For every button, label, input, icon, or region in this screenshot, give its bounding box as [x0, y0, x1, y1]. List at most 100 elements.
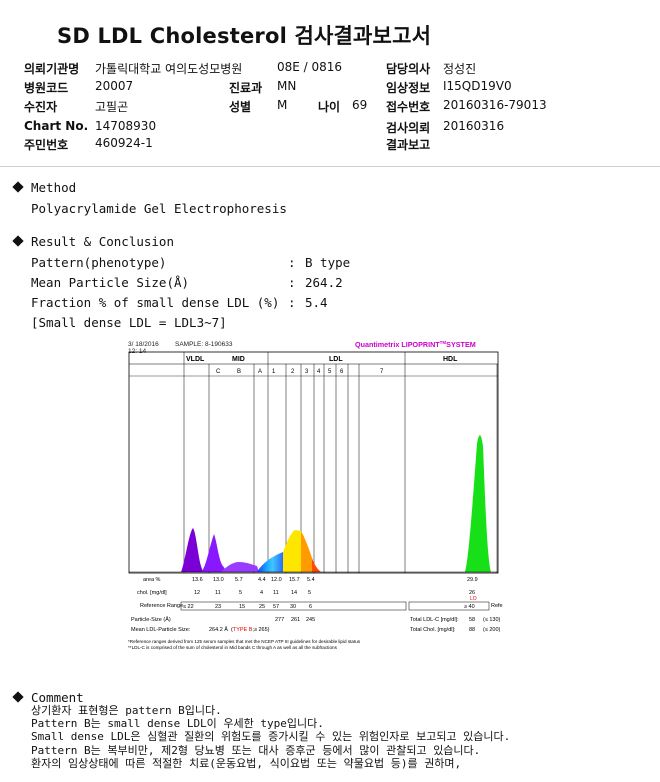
band-mid: MID — [232, 356, 245, 363]
area-value: 5.7 — [235, 577, 243, 583]
lipoprint-graph: 3/ 18/2016 12: 14 SAMPLE: 8-190633 Quant… — [123, 336, 503, 658]
receipt-value: 20160316-79013 — [443, 98, 547, 112]
particle-size: 261 — [291, 617, 300, 623]
particle-size: 245 — [306, 617, 315, 623]
chol-value: 14 — [291, 590, 297, 596]
mean-size-type-line: (TYPE B;≥ 265) — [231, 627, 270, 633]
particle-size-label: Particle-Size (Å) — [131, 616, 171, 623]
result-row-value: B type — [305, 255, 351, 270]
ref-label-right: Reference Range — [491, 603, 503, 609]
band-hdl: HDL — [443, 356, 458, 363]
chol-value: 11 — [273, 590, 279, 596]
comment-heading: Comment — [12, 690, 84, 705]
chol-value: 5 — [308, 590, 311, 596]
chol-value: 4 — [260, 590, 263, 596]
total-chol-ref: (≤ 200) — [483, 627, 501, 633]
patient-label: 수진자 — [24, 100, 58, 114]
hospital-value: 가톨릭대학교 여의도성모병원 — [95, 62, 243, 76]
mean-size-label: Mean LDL-Particle Size: — [131, 627, 191, 633]
result-note: [Small dense LDL = LDL3~7] — [31, 315, 227, 330]
method-heading: Method — [12, 180, 76, 195]
chol-value: 11 — [215, 590, 221, 596]
sub-band-label: B — [237, 369, 241, 375]
ref-value: ≤ 22 — [183, 604, 194, 610]
sub-band-label: C — [216, 369, 221, 375]
result-row-label: Pattern(phenotype) — [31, 255, 167, 270]
ref-value: 25 — [259, 604, 265, 610]
result-row-value: 264.2 — [305, 275, 343, 290]
sex-value: M — [277, 98, 288, 112]
result-row-value: 5.4 — [305, 295, 328, 310]
ward-label: 병동 — [229, 60, 251, 77]
result-heading: Result & Conclusion — [12, 234, 174, 249]
chart-no-value: 14708930 — [95, 119, 157, 133]
resident-value: 460924-1 — [95, 136, 153, 150]
diamond-bullet-icon — [12, 235, 24, 247]
doctor-value: 정성진 — [443, 62, 477, 76]
sex-label: 성별 — [229, 100, 252, 114]
request-value: 20160316 — [443, 119, 505, 133]
hospital-code-value: 20007 — [95, 79, 134, 93]
footnote: *Reference ranges derived from 125 serum… — [128, 639, 361, 644]
chol-value: 5 — [239, 590, 242, 596]
lipoprint-frame — [123, 336, 503, 658]
request-label: 검사의뢰 — [386, 121, 431, 135]
comment-body: 상기환자 표현형은 pattern B입니다. Pattern B는 small… — [31, 704, 510, 770]
lipo-brand: Quantimetrix LIPOPRINTTMSYSTEM — [355, 340, 476, 349]
area-value: 4.4 — [258, 577, 266, 583]
report-title: SD LDL Cholesterol 검사결과보고서 — [57, 24, 432, 48]
ref-value: 57 — [273, 604, 279, 610]
result-row-label: Mean Particle Size(Å) — [31, 275, 190, 290]
area-hdl-value: 29.9 — [467, 577, 478, 583]
clinical-info-label: 임상정보 — [386, 81, 431, 95]
diamond-bullet-icon — [12, 181, 24, 193]
particle-size: 277 — [275, 617, 284, 623]
result-row-label: Fraction % of small dense LDL (%) — [31, 295, 280, 310]
clinical-info-value: I15QD19V0 — [443, 79, 512, 93]
age-value: 69 — [352, 98, 368, 112]
ref-value: 23 — [215, 604, 221, 610]
area-label: area % — [143, 577, 161, 583]
ref-value: 6 — [309, 604, 312, 610]
patient-value: 고필곤 — [95, 100, 129, 114]
footnote: **LDL-C is comprised of the sum of chole… — [128, 645, 338, 650]
chol-value: 12 — [194, 590, 200, 596]
total-chol-value: 88 — [469, 627, 475, 633]
result-row-sep: : — [288, 255, 296, 270]
result-row-sep: : — [288, 275, 296, 290]
method-text: Polyacrylamide Gel Electrophoresis — [31, 201, 287, 216]
area-value: 12.0 — [271, 577, 282, 583]
ref-label: Reference Range — [140, 603, 183, 609]
lipo-sample: SAMPLE: 8-190633 — [175, 341, 233, 348]
sub-band-label: A — [258, 369, 262, 375]
band-vldl: VLDL — [186, 356, 205, 363]
area-value: 5.4 — [307, 577, 315, 583]
dept-value: MN — [277, 79, 297, 93]
diamond-bullet-icon — [12, 691, 24, 703]
total-chol-label: Total Chol. [mg/dl]: — [410, 627, 456, 633]
ward-value: 08E / 0816 — [277, 60, 343, 74]
chart-no-label: Chart No. — [24, 119, 89, 133]
area-value: 13.0 — [213, 577, 224, 583]
comment-line: Pattern B는 small dense LDL이 우세한 type입니다. — [31, 717, 324, 731]
hospital-label: 의뢰기관명 — [24, 62, 80, 76]
comment-line: Pattern B는 복부비만, 제2형 당뇨병 또는 대사 증후군 등에서 많… — [31, 743, 481, 757]
band-ldl: LDL — [329, 356, 343, 363]
ref-hdl-value: ≥ 40 — [464, 604, 475, 610]
age-label: 나이 — [318, 100, 341, 114]
total-ldl-ref: (≤ 130) — [483, 617, 501, 623]
report-label: 결과보고 — [386, 138, 431, 152]
dept-label: 진료과 — [229, 81, 263, 95]
chol-label: chol. [mg/dl] — [137, 590, 167, 596]
header-divider — [0, 166, 660, 167]
area-value: 13.6 — [192, 577, 203, 583]
comment-line: 상기환자 표현형은 pattern B입니다. — [31, 704, 222, 717]
total-ldl-value: 58 — [469, 617, 475, 623]
area-value: 15.7 — [289, 577, 300, 583]
chol-hdl-flag: LO — [470, 596, 477, 602]
comment-line: Small dense LDL은 심혈관 질환의 위험도를 증가시킬 수 있는 … — [31, 730, 511, 744]
lipo-date: 3/ 18/2016 — [128, 341, 159, 348]
result-row-sep: : — [288, 295, 296, 310]
receipt-label: 접수번호 — [386, 100, 431, 114]
comment-line: 환자의 임상상태에 따른 적절한 치료(운동요법, 식이요법 또는 약물요법 등… — [31, 756, 462, 770]
